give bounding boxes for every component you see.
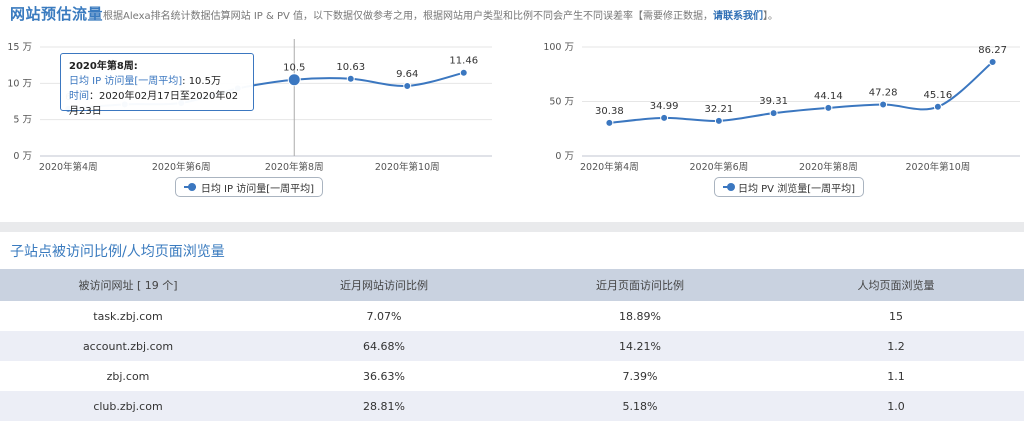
data-label: 44.14 (814, 91, 843, 102)
data-point (403, 81, 412, 90)
tooltip-value-2: ：2020年02月17日至2020年02月23日 (69, 91, 239, 117)
cell-pageviews: 1.2 (887, 339, 905, 353)
cell-pageviews: 1.1 (887, 369, 905, 383)
subsite-table: 被访问网址 [ 19 个] 近月网站访问比例 近月页面访问比例 人均页面浏览量 … (0, 269, 1024, 421)
tooltip-value-1: : 10.5万 (182, 76, 221, 87)
legend-marker-icon (723, 183, 735, 191)
cell-pageviews: 15 (889, 309, 903, 323)
cell-url: account.zbj.com (82, 339, 174, 353)
data-point (933, 102, 942, 111)
legend-label: 日均 IP 访问量[一周平均] (200, 183, 314, 195)
data-label: 34.99 (650, 101, 679, 112)
data-label: 86.27 (978, 45, 1007, 56)
data-point (287, 73, 301, 87)
disclaimer-end: 】。 (763, 11, 779, 22)
x-tick-label: 2020年第4周 (580, 161, 639, 173)
cell-pageviews: 1.0 (887, 399, 905, 413)
y-tick-label: 0 万 (555, 151, 574, 162)
cell-site-ratio: 28.81% (363, 399, 405, 413)
y-tick-label: 15 万 (7, 42, 32, 53)
x-tick-label: 2020年第6周 (152, 161, 211, 173)
correction-request: 需要修正数据， (643, 11, 714, 22)
cell-url: zbj.com (106, 369, 150, 383)
tooltip-label-1: 日均 IP 访问量[一周平均] (69, 76, 183, 87)
cell-site-ratio: 64.68% (363, 339, 405, 353)
x-tick-label: 2020年第10周 (375, 161, 440, 173)
cell-site-ratio: 36.63% (363, 369, 405, 383)
data-label: 9.64 (396, 69, 418, 80)
traffic-estimate-header: 网站预估流量 根据Alexa排名统计数据估算网站 IP & PV 值，以下数据仅… (0, 0, 1024, 26)
chart-tooltip: 2020年第8周: 日均 IP 访问量[一周平均]: 10.5万 时间：2020… (60, 53, 254, 117)
table-row: task.zbj.com 7.07% 18.89% 15 (0, 301, 1024, 331)
col-header-url[interactable]: 被访问网址 [ 19 个] (0, 269, 256, 301)
y-tick-label: 10 万 (7, 78, 32, 89)
data-label: 47.28 (869, 87, 898, 98)
data-label: 32.21 (705, 104, 734, 115)
cell-url: task.zbj.com (93, 309, 163, 323)
disclaimer-note: 根据Alexa排名统计数据估算网站 IP & PV 值，以下数据仅做参考之用，根… (103, 7, 778, 22)
cell-page-ratio: 5.18% (622, 399, 658, 413)
data-point (824, 103, 833, 112)
x-tick-label: 2020年第6周 (690, 161, 749, 173)
legend-label: 日均 PV 浏览量[一周平均] (737, 183, 855, 195)
data-point (605, 118, 614, 127)
data-point (988, 57, 997, 66)
y-tick-label: 5 万 (13, 115, 32, 126)
page-title: 网站预估流量 (10, 5, 104, 23)
data-label: 39.31 (759, 96, 788, 107)
cell-url: club.zbj.com (93, 399, 163, 413)
data-point (879, 100, 888, 109)
disclaimer-text: 根据Alexa排名统计数据估算网站 IP & PV 值，以下数据仅做参考之用，根… (103, 11, 644, 22)
data-point (769, 109, 778, 118)
table-row: club.zbj.com 28.81% 5.18% 1.0 (0, 391, 1024, 421)
col-header-pageviews[interactable]: 人均页面浏览量 (768, 269, 1024, 301)
x-tick-label: 2020年第8周 (265, 161, 324, 173)
table-row: zbj.com 36.63% 7.39% 1.1 (0, 361, 1024, 391)
data-label: 45.16 (924, 90, 953, 101)
cell-page-ratio: 14.21% (619, 339, 661, 353)
data-label: 10.5 (283, 63, 305, 74)
data-point (459, 68, 468, 77)
cell-page-ratio: 7.39% (622, 369, 658, 383)
data-label: 11.46 (449, 56, 478, 67)
data-point (346, 74, 355, 83)
table-row: account.zbj.com 64.68% 14.21% 1.2 (0, 331, 1024, 361)
x-tick-label: 2020年第4周 (39, 161, 98, 173)
tooltip-label-2: 时间 (69, 91, 89, 102)
pv-chart-legend[interactable]: 日均 PV 浏览量[一周平均] (714, 177, 864, 197)
x-tick-label: 2020年第8周 (799, 161, 858, 173)
cell-site-ratio: 7.07% (366, 309, 402, 323)
data-point (714, 116, 723, 125)
col-header-site-ratio[interactable]: 近月网站访问比例 (256, 269, 512, 301)
table-header-row: 被访问网址 [ 19 个] 近月网站访问比例 近月页面访问比例 人均页面浏览量 (0, 269, 1024, 301)
y-tick-label: 0 万 (13, 151, 32, 162)
cell-page-ratio: 18.89% (619, 309, 661, 323)
x-tick-label: 2020年第10周 (905, 161, 970, 173)
col-header-page-ratio[interactable]: 近月页面访问比例 (512, 269, 768, 301)
section-divider (0, 222, 1024, 232)
ip-chart-legend[interactable]: 日均 IP 访问量[一周平均] (175, 177, 323, 197)
contact-us-link[interactable]: 请联系我们 (713, 11, 763, 22)
subsite-section-title: 子站点被访问比例/人均页面浏览量 (10, 244, 225, 260)
tooltip-title: 2020年第8周: (69, 61, 138, 72)
data-label: 10.63 (336, 62, 365, 73)
data-label: 30.38 (595, 106, 624, 117)
y-tick-label: 50 万 (549, 97, 574, 108)
legend-marker-icon (184, 183, 196, 191)
data-point (660, 113, 669, 122)
y-tick-label: 100 万 (543, 42, 574, 53)
